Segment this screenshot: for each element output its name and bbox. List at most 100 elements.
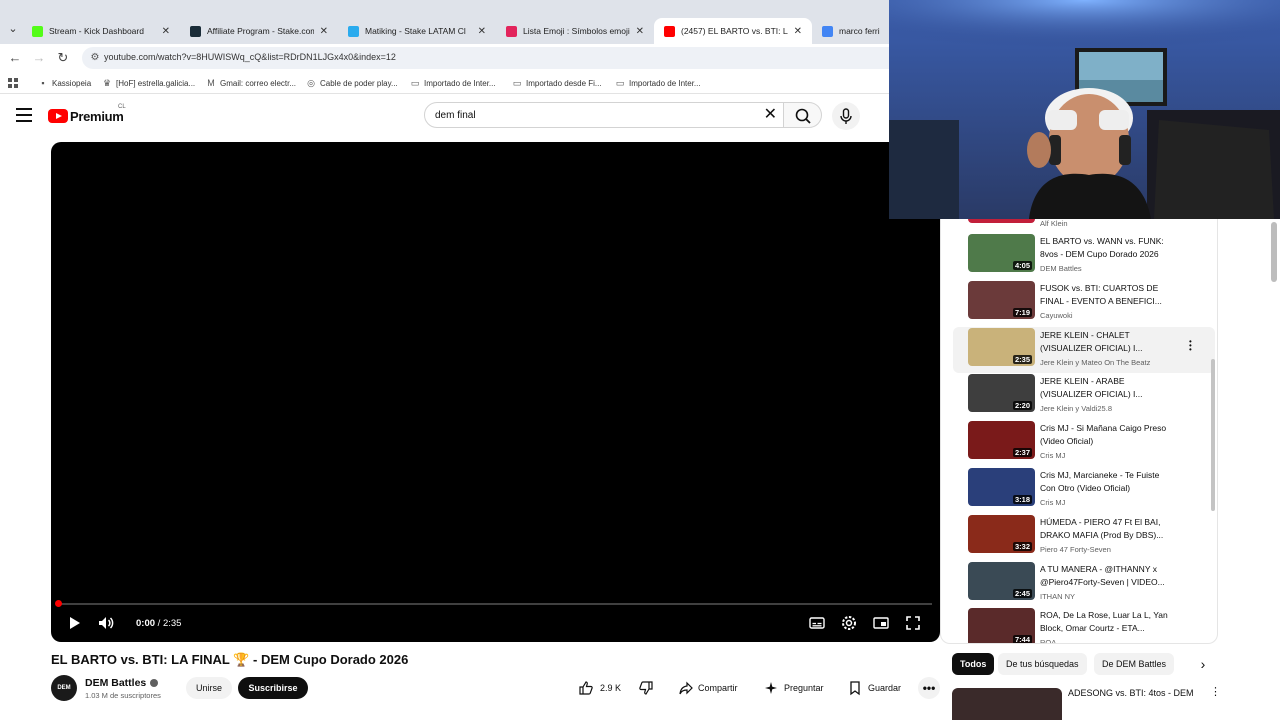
- progress-scrubber[interactable]: [55, 600, 62, 607]
- search-button[interactable]: [784, 102, 822, 128]
- ask-button[interactable]: Preguntar: [764, 677, 824, 699]
- playlist-thumbnail[interactable]: 3:32: [968, 514, 1035, 553]
- playlist-item[interactable]: 2:45 A TU MANERA - @ITHANNY x @Piero47For…: [953, 561, 1215, 607]
- menu-icon[interactable]: [16, 108, 32, 122]
- tab-2[interactable]: Affiliate Program - Stake.com ✕: [180, 18, 338, 44]
- close-tab-icon[interactable]: ✕: [320, 26, 328, 37]
- playlist-item[interactable]: 7:44 ROA, De La Rose, Luar La L, Yan Bloc…: [953, 607, 1215, 644]
- playlist-item[interactable]: 4:05 EL BARTO vs. WANN vs. FUNK: 8vos - D…: [953, 233, 1215, 279]
- chip-from-channel[interactable]: De DEM Battles: [1094, 653, 1175, 675]
- playlist-item[interactable]: 2:20 JERE KLEIN - ARABE (VISUALIZER OFICI…: [953, 373, 1215, 419]
- playlist-item-title: EL BARTO vs. WANN vs. FUNK: 8vos - DEM C…: [1040, 236, 1164, 259]
- video-player[interactable]: 0:00 / 2:35: [51, 142, 940, 642]
- bookmark-item[interactable]: ▭ Importado desde Fi...: [512, 77, 602, 89]
- bookmark-item[interactable]: ▪ Kassiopeia: [38, 77, 91, 89]
- tab-title: Stream - Kick Dashboard: [49, 26, 144, 36]
- recommendation-thumbnail[interactable]: [952, 688, 1062, 720]
- progress-bar[interactable]: [59, 603, 932, 605]
- subscriber-count: 1.03 M de suscriptores: [85, 691, 161, 700]
- bookmark-icon: [850, 681, 860, 696]
- playlist-thumbnail[interactable]: 2:35: [968, 327, 1035, 366]
- fullscreen-icon[interactable]: [904, 614, 922, 632]
- bookmark-item[interactable]: ▭ Importado de Inter...: [410, 77, 496, 89]
- voice-search-button[interactable]: [832, 102, 860, 130]
- forward-arrow-icon[interactable]: →: [30, 49, 48, 67]
- save-button[interactable]: Guardar: [848, 677, 901, 699]
- site-info-icon[interactable]: ⚙: [88, 51, 102, 65]
- duration: 2:35: [162, 618, 182, 629]
- dislike-button[interactable]: [638, 677, 654, 699]
- playlist-thumbnail[interactable]: 4:05: [968, 234, 1035, 272]
- chip-from-searches[interactable]: De tus búsquedas: [998, 653, 1087, 675]
- join-button[interactable]: Unirse: [186, 677, 232, 699]
- address-bar[interactable]: ⚙ youtube.com/watch?v=8HUWISWq_cQ&list=R…: [82, 47, 902, 69]
- kick-icon: [32, 25, 43, 37]
- playlist-thumbnail[interactable]: 3:18: [968, 468, 1035, 506]
- tab-1[interactable]: Stream - Kick Dashboard ✕: [22, 18, 180, 44]
- page-scrollbar[interactable]: [1271, 222, 1277, 282]
- close-tab-icon[interactable]: ✕: [636, 26, 644, 37]
- playlist-thumbnail[interactable]: 7:19: [968, 280, 1035, 319]
- subtitles-icon[interactable]: [808, 614, 826, 632]
- miniplayer-icon[interactable]: [872, 614, 890, 632]
- cable-icon: ◎: [307, 78, 315, 88]
- channel-avatar[interactable]: DEM: [51, 675, 77, 701]
- bookmark-label: Gmail: correo electr...: [220, 78, 297, 88]
- bookmark-item[interactable]: ♛ [HoF] estrella.galicia...: [102, 77, 195, 89]
- emoji-icon: [506, 25, 517, 37]
- apps-grid-icon[interactable]: [8, 77, 18, 89]
- bookmark-item[interactable]: ▭ Importado de Inter...: [615, 77, 701, 89]
- duration-badge: 2:35: [1012, 354, 1032, 364]
- tab-title: Matiking - Stake LATAM Cl: [365, 26, 466, 36]
- more-vertical-icon[interactable]: ⋮: [1210, 687, 1221, 698]
- tab-3[interactable]: Matiking - Stake LATAM Cl ✕: [338, 18, 496, 44]
- app-icon: ▪: [41, 78, 45, 88]
- playlist-item[interactable]: 2:35 JERE KLEIN - CHALET (VISUALIZER OFIC…: [953, 326, 1215, 373]
- playlist-item-title: Cris MJ - Si Mañana Caigo Preso (Video O…: [1040, 423, 1167, 447]
- playlist-thumbnail-partial[interactable]: [968, 219, 1035, 223]
- close-tab-icon[interactable]: ✕: [162, 26, 170, 37]
- playlist-thumbnail[interactable]: 2:37: [968, 421, 1035, 460]
- back-arrow-icon[interactable]: ←: [6, 49, 24, 67]
- playlist-item-title: JERE KLEIN - CHALET (VISUALIZER OFICIAL)…: [1040, 329, 1143, 353]
- clear-search-icon[interactable]: ✕: [764, 106, 777, 124]
- subscribe-button[interactable]: Suscribirse: [238, 677, 308, 699]
- playlist-item-channel: ROA: [1040, 638, 1057, 644]
- telegram-icon: [348, 25, 359, 37]
- more-vertical-icon[interactable]: • • •: [1189, 337, 1193, 353]
- more-actions-button[interactable]: •••: [918, 677, 940, 699]
- bookmark-item[interactable]: ◎ Cable de poder play...: [306, 77, 398, 89]
- search-input[interactable]: dem final ✕: [424, 102, 784, 128]
- settings-gear-icon[interactable]: [840, 614, 858, 632]
- channel-name[interactable]: DEM Battles: [85, 677, 159, 689]
- chip-todos[interactable]: Todos: [952, 653, 995, 675]
- playlist-item-channel: Cayuwoki: [1040, 310, 1073, 320]
- recommendation-item[interactable]: ADESONG vs. BTI: 4tos - DEM ⋮: [952, 684, 1221, 720]
- chevron-right-icon[interactable]: ›: [1196, 657, 1210, 671]
- streamer-webcam-image: [889, 0, 1280, 219]
- like-count: 2.9 K: [600, 683, 622, 693]
- close-tab-icon[interactable]: ✕: [794, 26, 802, 37]
- playlist-scrollbar[interactable]: [1211, 359, 1215, 511]
- playlist-item-channel: DEM Battles: [1040, 264, 1082, 273]
- playlist-thumbnail[interactable]: 7:44: [968, 608, 1035, 643]
- volume-icon[interactable]: [97, 614, 115, 632]
- playlist-item[interactable]: 2:37 Cris MJ - Si Mañana Caigo Preso (Vid…: [953, 420, 1215, 466]
- close-tab-icon[interactable]: ✕: [478, 26, 486, 37]
- share-button[interactable]: Compartir: [678, 677, 738, 699]
- playlist-thumbnail[interactable]: 2:20: [968, 374, 1035, 413]
- playlist-item[interactable]: 7:19 FUSOK vs. BTI: CUARTOS DE FINAL - EV…: [953, 280, 1215, 326]
- playlist-thumbnail[interactable]: 2:45: [968, 561, 1035, 600]
- playlist-item[interactable]: 3:18 Cris MJ, Marcianeke - Te Fuiste Con …: [953, 467, 1215, 513]
- reload-icon[interactable]: ↻: [54, 49, 72, 67]
- tab-5[interactable]: (2457) EL BARTO vs. BTI: LA FIN ✕: [654, 18, 812, 44]
- youtube-premium-logo[interactable]: Premium: [48, 108, 124, 124]
- playlist-item[interactable]: 3:32 HÚMEDA - PIERO 47 Ft El BAI, DRAKO M…: [953, 514, 1215, 560]
- bookmark-item[interactable]: M Gmail: correo electr...: [206, 77, 296, 89]
- browser-window: ⌄ Stream - Kick Dashboard ✕ Affiliate Prog…: [0, 0, 1280, 720]
- play-icon[interactable]: [65, 614, 83, 632]
- like-button[interactable]: 2.9 K: [578, 677, 621, 699]
- tab-4[interactable]: Lista Emoji : Símbolos emoji na ✕: [496, 18, 654, 44]
- tab-search-icon[interactable]: ⌄: [4, 20, 22, 38]
- tab-6[interactable]: marco ferri vo: [812, 18, 892, 44]
